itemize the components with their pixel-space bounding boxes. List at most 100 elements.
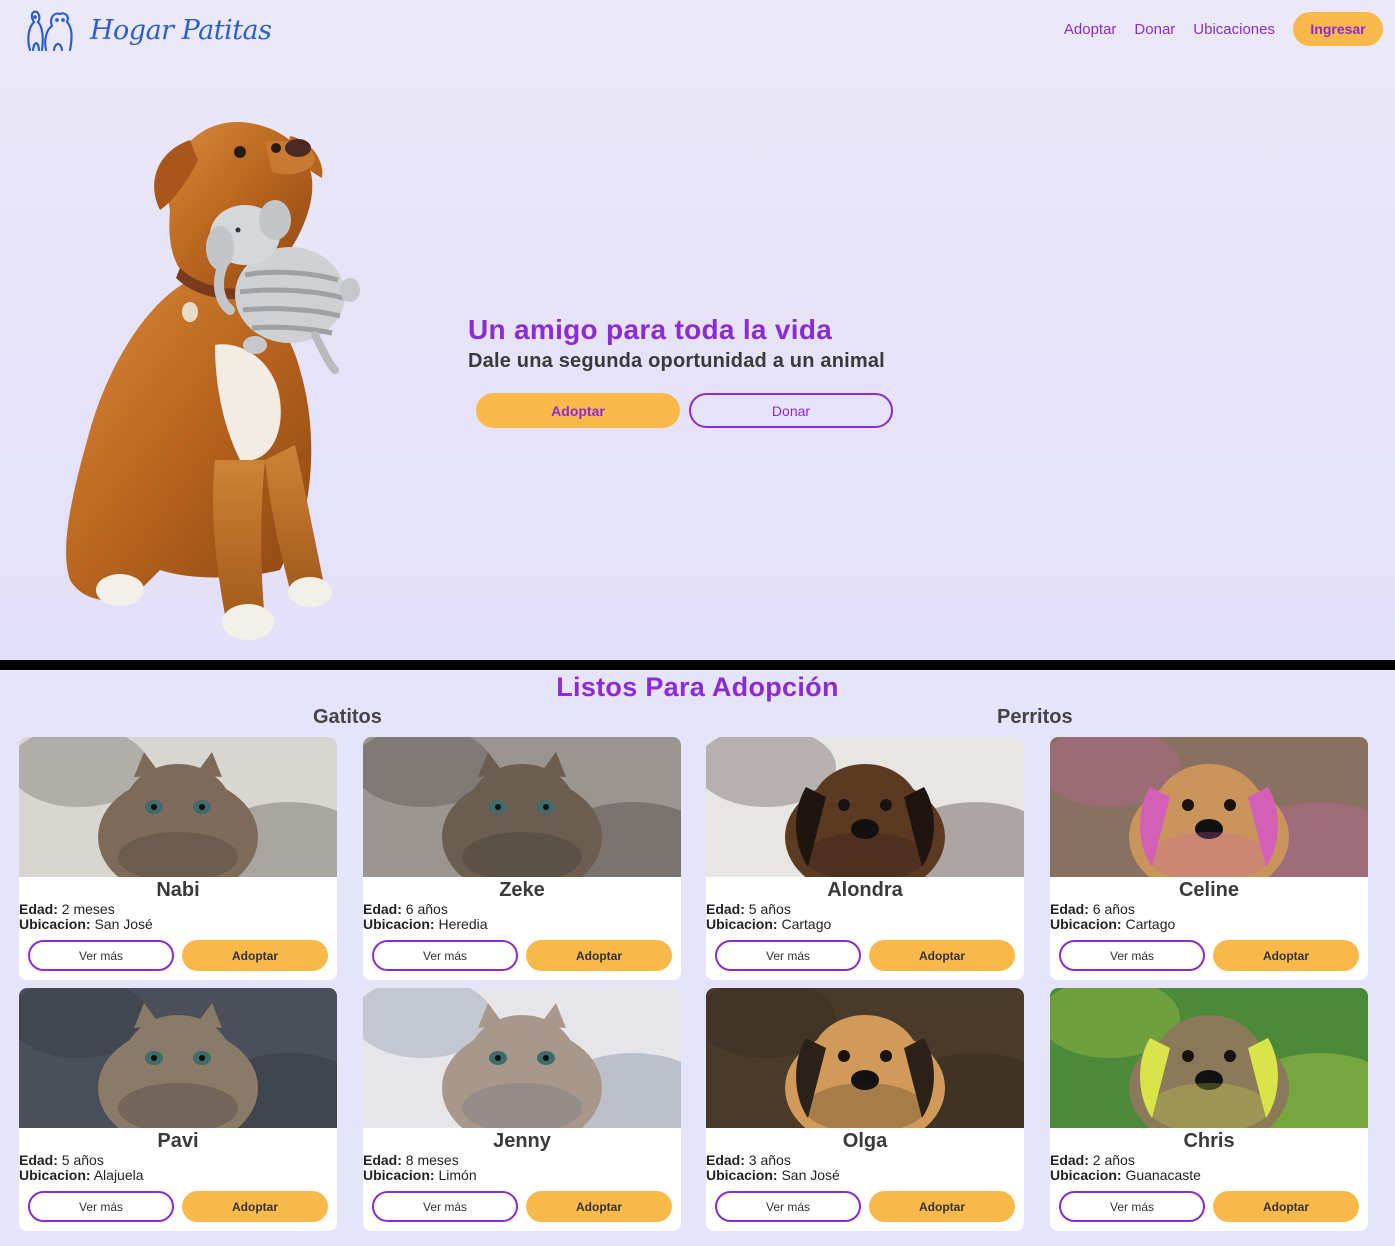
- pet-photo: [1050, 988, 1368, 1128]
- pet-name: Chris: [1183, 1130, 1235, 1152]
- pet-location: Ubicacion: Cartago: [706, 916, 831, 932]
- location-label: Ubicacion:: [1050, 1167, 1122, 1183]
- adopt-button[interactable]: Adoptar: [1213, 940, 1359, 971]
- nav-ubicaciones[interactable]: Ubicaciones: [1193, 21, 1275, 38]
- pet-age-value: 6 años: [1092, 901, 1135, 917]
- pet-age: Edad: 5 años: [19, 1152, 104, 1168]
- pet-card: Zeke Edad: 6 años Ubicacion: Heredia Ver…: [363, 737, 681, 980]
- group-label-cats: Gatitos: [313, 706, 382, 728]
- pet-age: Edad: 6 años: [363, 901, 448, 917]
- login-button[interactable]: Ingresar: [1293, 12, 1383, 46]
- pet-photo: [706, 737, 1024, 877]
- location-label: Ubicacion:: [19, 1167, 91, 1183]
- brand-name: Hogar Patitas: [90, 14, 272, 46]
- pet-location-value: Cartago: [781, 916, 832, 932]
- age-label: Edad:: [363, 901, 402, 917]
- adopt-button[interactable]: Adoptar: [869, 1191, 1015, 1222]
- adopt-button[interactable]: Adoptar: [526, 940, 672, 971]
- pet-card: Nabi Edad: 2 meses Ubicacion: San José V…: [19, 737, 337, 980]
- pet-location-value: Heredia: [438, 916, 488, 932]
- location-label: Ubicacion:: [363, 916, 435, 932]
- age-label: Edad:: [706, 901, 745, 917]
- nav-adoptar[interactable]: Adoptar: [1064, 21, 1117, 38]
- age-label: Edad:: [19, 1152, 58, 1168]
- pet-photo: [363, 988, 681, 1128]
- pet-age: Edad: 8 meses: [363, 1152, 459, 1168]
- pet-location: Ubicacion: Guanacaste: [1050, 1167, 1201, 1183]
- nav-donar[interactable]: Donar: [1134, 21, 1175, 38]
- age-label: Edad:: [1050, 1152, 1089, 1168]
- adopt-button[interactable]: Adoptar: [1213, 1191, 1359, 1222]
- pet-photo: [1050, 737, 1368, 877]
- hero-adopt-button[interactable]: Adoptar: [476, 393, 680, 428]
- hero-donate-button[interactable]: Donar: [689, 393, 893, 428]
- ver-mas-button[interactable]: Ver más: [372, 940, 518, 971]
- location-label: Ubicacion:: [706, 1167, 778, 1183]
- adoption-section: Listos Para Adopción Gatitos Perritos Na…: [0, 670, 1395, 1246]
- pet-photo: [706, 988, 1024, 1128]
- ver-mas-button[interactable]: Ver más: [1059, 940, 1205, 971]
- ver-mas-button[interactable]: Ver más: [715, 940, 861, 971]
- pet-age: Edad: 2 meses: [19, 901, 115, 917]
- pet-card: Celine Edad: 6 años Ubicacion: Cartago V…: [1050, 737, 1368, 980]
- top-nav: Adoptar Donar Ubicaciones Ingresar: [1064, 12, 1383, 46]
- pet-age: Edad: 2 años: [1050, 1152, 1135, 1168]
- pet-location: Ubicacion: Limón: [363, 1167, 477, 1183]
- pet-location: Ubicacion: Cartago: [1050, 916, 1175, 932]
- hero-section: Hogar Patitas Adoptar Donar Ubicaciones …: [0, 0, 1395, 660]
- pet-age: Edad: 5 años: [706, 901, 791, 917]
- pet-age: Edad: 6 años: [1050, 901, 1135, 917]
- location-label: Ubicacion:: [19, 916, 91, 932]
- pet-photo: [19, 988, 337, 1128]
- ver-mas-button[interactable]: Ver más: [28, 1191, 174, 1222]
- pet-name: Celine: [1178, 879, 1240, 901]
- pet-location-value: Cartago: [1125, 916, 1176, 932]
- location-label: Ubicacion:: [1050, 916, 1122, 932]
- adopt-button[interactable]: Adoptar: [526, 1191, 672, 1222]
- pet-card: Chris Edad: 2 años Ubicacion: Guanacaste…: [1050, 988, 1368, 1231]
- pet-location: Ubicacion: San José: [19, 916, 153, 932]
- pet-location-value: Limón: [438, 1167, 477, 1183]
- logo-icon: [27, 10, 73, 52]
- ver-mas-button[interactable]: Ver más: [28, 940, 174, 971]
- ver-mas-button[interactable]: Ver más: [1059, 1191, 1205, 1222]
- pet-photo: [363, 737, 681, 877]
- pet-age-value: 8 meses: [405, 1152, 459, 1168]
- age-label: Edad:: [706, 1152, 745, 1168]
- adoption-title: Listos Para Adopción: [556, 672, 839, 702]
- pet-location-value: Alajuela: [93, 1167, 144, 1183]
- pet-card: Jenny Edad: 8 meses Ubicacion: Limón Ver…: [363, 988, 681, 1231]
- pet-name: Zeke: [499, 879, 545, 901]
- pet-location-value: Guanacaste: [1125, 1167, 1201, 1183]
- age-label: Edad:: [19, 901, 58, 917]
- pet-location: Ubicacion: Alajuela: [19, 1167, 144, 1183]
- pet-location-value: San José: [94, 916, 153, 932]
- location-label: Ubicacion:: [363, 1167, 435, 1183]
- pet-card: Alondra Edad: 5 años Ubicacion: Cartago …: [706, 737, 1024, 980]
- hero-title: Un amigo para toda la vida: [468, 314, 833, 345]
- adopt-button[interactable]: Adoptar: [869, 940, 1015, 971]
- pet-card: Olga Edad: 3 años Ubicacion: San José Ve…: [706, 988, 1024, 1231]
- pet-age-value: 5 años: [61, 1152, 104, 1168]
- pet-age-value: 2 meses: [61, 901, 115, 917]
- hero-text: Un amigo para toda la vida Dale una segu…: [468, 314, 885, 373]
- pet-name: Pavi: [157, 1130, 199, 1152]
- pet-age-value: 5 años: [748, 901, 791, 917]
- group-label-dogs: Perritos: [997, 706, 1073, 728]
- ver-mas-button[interactable]: Ver más: [372, 1191, 518, 1222]
- pet-photo: [19, 737, 337, 877]
- brand[interactable]: Hogar Patitas: [24, 6, 272, 54]
- pet-location: Ubicacion: Heredia: [363, 916, 488, 932]
- adopt-button[interactable]: Adoptar: [182, 1191, 328, 1222]
- hero-dog-image: [66, 121, 360, 640]
- location-label: Ubicacion:: [706, 916, 778, 932]
- pet-card: Pavi Edad: 5 años Ubicacion: Alajuela Ve…: [19, 988, 337, 1231]
- pet-name: Jenny: [493, 1130, 551, 1152]
- pet-age-value: 2 años: [1092, 1152, 1135, 1168]
- hero-subtitle: Dale una segunda oportunidad a un animal: [468, 350, 885, 372]
- hero-buttons: Adoptar Donar: [476, 393, 893, 428]
- pet-name: Nabi: [156, 879, 200, 901]
- adopt-button[interactable]: Adoptar: [182, 940, 328, 971]
- ver-mas-button[interactable]: Ver más: [715, 1191, 861, 1222]
- pet-name: Alondra: [827, 879, 903, 901]
